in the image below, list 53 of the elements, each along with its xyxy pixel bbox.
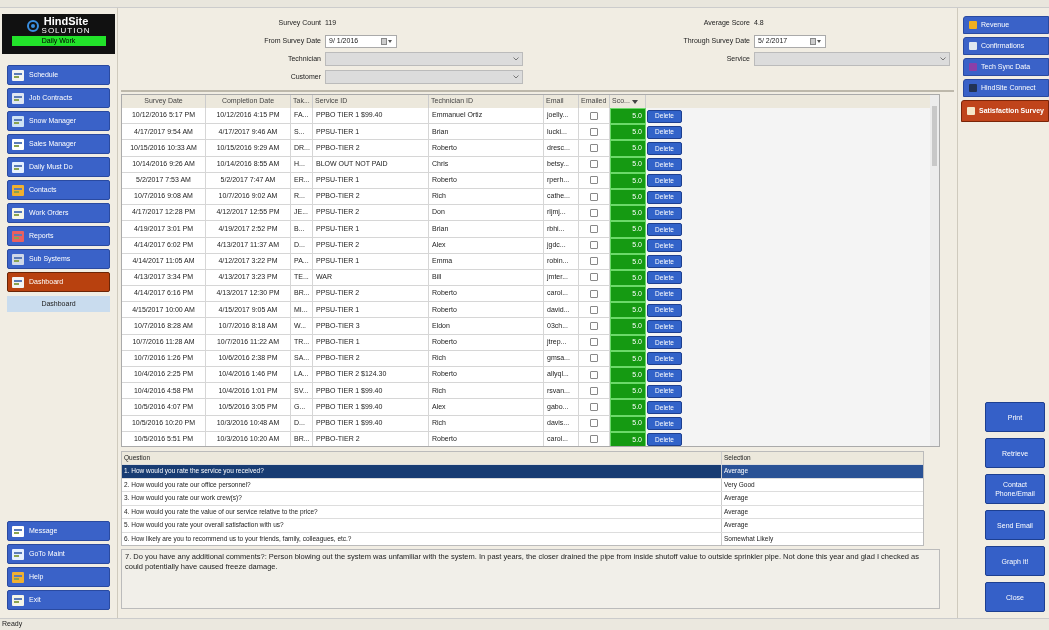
tab-icon: [968, 20, 978, 30]
checkbox[interactable]: [590, 338, 598, 347]
sort-arrow-icon: [631, 99, 638, 104]
checkbox[interactable]: [590, 322, 598, 331]
checkbox[interactable]: [590, 208, 598, 217]
tab-icon: [968, 41, 978, 51]
logo-text: HindSite: [43, 16, 89, 27]
chevron-down-icon: [513, 75, 519, 79]
dropdown-field[interactable]: [325, 70, 523, 84]
checkbox[interactable]: [590, 111, 598, 120]
checkbox[interactable]: [590, 435, 598, 444]
checkbox[interactable]: [590, 402, 598, 411]
checkbox[interactable]: [590, 143, 598, 152]
checkbox[interactable]: [590, 127, 598, 136]
app-icon: [11, 252, 25, 266]
ring-logo-icon: [26, 19, 39, 32]
app-icon: [11, 91, 25, 105]
app-icon: [11, 593, 25, 607]
app-icon: [11, 275, 25, 289]
checkbox[interactable]: [590, 160, 598, 169]
checkbox[interactable]: [590, 192, 598, 201]
checkbox[interactable]: [590, 224, 598, 233]
checkbox[interactable]: [590, 273, 598, 282]
scrollbar[interactable]: [930, 95, 939, 446]
app-icon: [11, 524, 25, 538]
calendar-dropdown-icon: [810, 37, 822, 45]
dropdown-field[interactable]: [325, 52, 523, 66]
chevron-down-icon: [940, 57, 946, 61]
app-icon: [11, 160, 25, 174]
checkbox[interactable]: [590, 370, 598, 379]
checkbox[interactable]: [590, 386, 598, 395]
app-icon: [11, 137, 25, 151]
app-icon: [11, 547, 25, 561]
dropdown-field[interactable]: [754, 52, 950, 66]
app-icon: [11, 229, 25, 243]
checkbox[interactable]: [590, 419, 598, 428]
checkbox[interactable]: [590, 176, 598, 185]
app-icon: [11, 183, 25, 197]
logo-tagline: SOLUTION: [41, 27, 91, 35]
app-icon: [11, 570, 25, 584]
checkbox[interactable]: [590, 289, 598, 298]
checkbox[interactable]: [590, 241, 598, 250]
tab-icon: [966, 106, 976, 116]
app-icon: [11, 206, 25, 220]
tab-icon: [968, 62, 978, 72]
app-icon: [11, 114, 25, 128]
chevron-down-icon: [513, 57, 519, 61]
checkbox[interactable]: [590, 305, 598, 314]
app-icon: [11, 68, 25, 82]
calendar-dropdown-icon: [381, 37, 393, 45]
checkbox[interactable]: [590, 354, 598, 363]
checkbox[interactable]: [590, 257, 598, 266]
tab-icon: [968, 83, 978, 93]
